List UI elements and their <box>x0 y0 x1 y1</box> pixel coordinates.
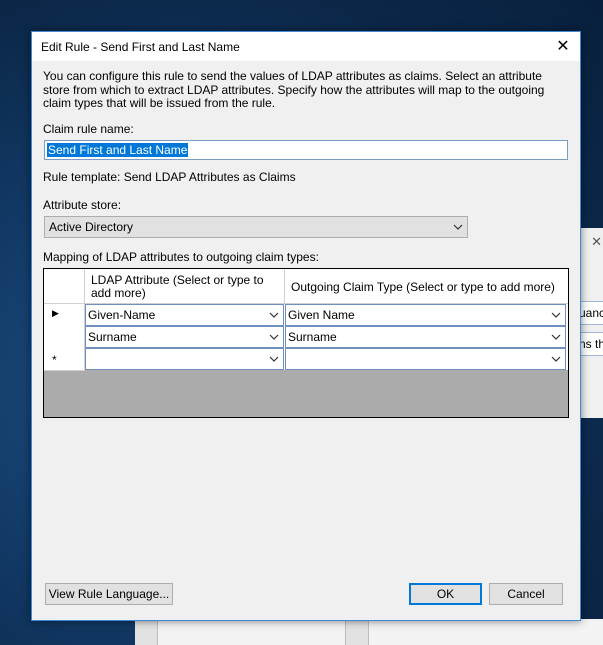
background-panel <box>135 619 603 645</box>
attribute-store-label: Attribute store: <box>43 198 122 212</box>
title-bar: Edit Rule - Send First and Last Name ✕ <box>32 32 580 61</box>
dialog-title: Edit Rule - Send First and Last Name <box>41 40 240 54</box>
background-field-1: uanc <box>579 301 603 325</box>
edit-rule-dialog: Edit Rule - Send First and Last Name ✕ Y… <box>31 31 581 621</box>
new-row: * <box>44 348 568 371</box>
ldap-attribute-value: Surname <box>88 330 137 344</box>
background-divider-2 <box>345 619 369 645</box>
chevron-down-icon <box>452 221 464 233</box>
ldap-attribute-combobox[interactable]: Surname <box>85 326 284 348</box>
row-header[interactable]: ▶ <box>44 304 85 327</box>
claim-rule-name-label: Claim rule name: <box>43 122 134 136</box>
mapping-label: Mapping of LDAP attributes to outgoing c… <box>43 250 319 264</box>
claim-type-combobox[interactable]: Surname <box>285 326 566 348</box>
background-text-1: uanc <box>579 306 603 320</box>
claim-type-combobox[interactable]: Given Name <box>285 304 566 326</box>
header-outgoing-claim-type: Outgoing Claim Type (Select or type to a… <box>285 269 568 304</box>
close-icon: ✕ <box>556 38 570 55</box>
row-header[interactable] <box>44 326 85 349</box>
ldap-attribute-value: Given-Name <box>88 308 156 322</box>
chevron-down-icon <box>550 353 562 365</box>
chevron-down-icon <box>550 309 562 321</box>
attribute-store-select[interactable]: Active Directory <box>44 216 468 238</box>
ldap-attribute-combobox[interactable]: Given-Name <box>85 304 284 326</box>
close-button[interactable]: ✕ <box>546 32 580 61</box>
current-row-icon: ▶ <box>52 308 59 318</box>
header-ldap-attribute-label: LDAP Attribute (Select or type to add mo… <box>91 273 264 300</box>
background-text-2: ns tha <box>579 337 603 351</box>
background-divider-1 <box>135 619 158 645</box>
background-window: ✕ uanc ns tha <box>578 228 603 418</box>
attribute-store-value: Active Directory <box>49 220 134 234</box>
row-header[interactable]: * <box>44 348 85 371</box>
rule-description: You can configure this rule to send the … <box>43 69 545 110</box>
background-field-2: ns tha <box>579 332 603 356</box>
cancel-button[interactable]: Cancel <box>489 583 563 605</box>
grid-header: LDAP Attribute (Select or type to add mo… <box>44 269 568 304</box>
view-rule-language-button[interactable]: View Rule Language... <box>45 583 173 605</box>
claim-type-combobox[interactable] <box>285 348 566 370</box>
grid-corner <box>44 269 85 304</box>
claim-rule-name-value: Send First and Last Name <box>47 143 189 157</box>
table-row: Surname Surname <box>44 326 568 349</box>
header-ldap-attribute: LDAP Attribute (Select or type to add mo… <box>85 269 285 304</box>
new-row-icon: * <box>52 353 57 367</box>
claim-type-value: Surname <box>288 330 337 344</box>
background-close-icon: ✕ <box>591 234 602 249</box>
chevron-down-icon <box>268 309 280 321</box>
chevron-down-icon <box>268 331 280 343</box>
claim-rule-name-input[interactable]: Send First and Last Name <box>44 140 568 160</box>
header-outgoing-claim-type-label: Outgoing Claim Type (Select or type to a… <box>291 280 555 294</box>
mapping-grid: LDAP Attribute (Select or type to add mo… <box>43 268 569 418</box>
rule-template-text: Rule template: Send LDAP Attributes as C… <box>43 170 296 184</box>
ok-button[interactable]: OK <box>409 583 482 605</box>
ldap-attribute-combobox[interactable] <box>85 348 284 370</box>
chevron-down-icon <box>550 331 562 343</box>
table-row: ▶ Given-Name Given Name <box>44 304 568 327</box>
claim-type-value: Given Name <box>288 308 355 322</box>
chevron-down-icon <box>268 353 280 365</box>
